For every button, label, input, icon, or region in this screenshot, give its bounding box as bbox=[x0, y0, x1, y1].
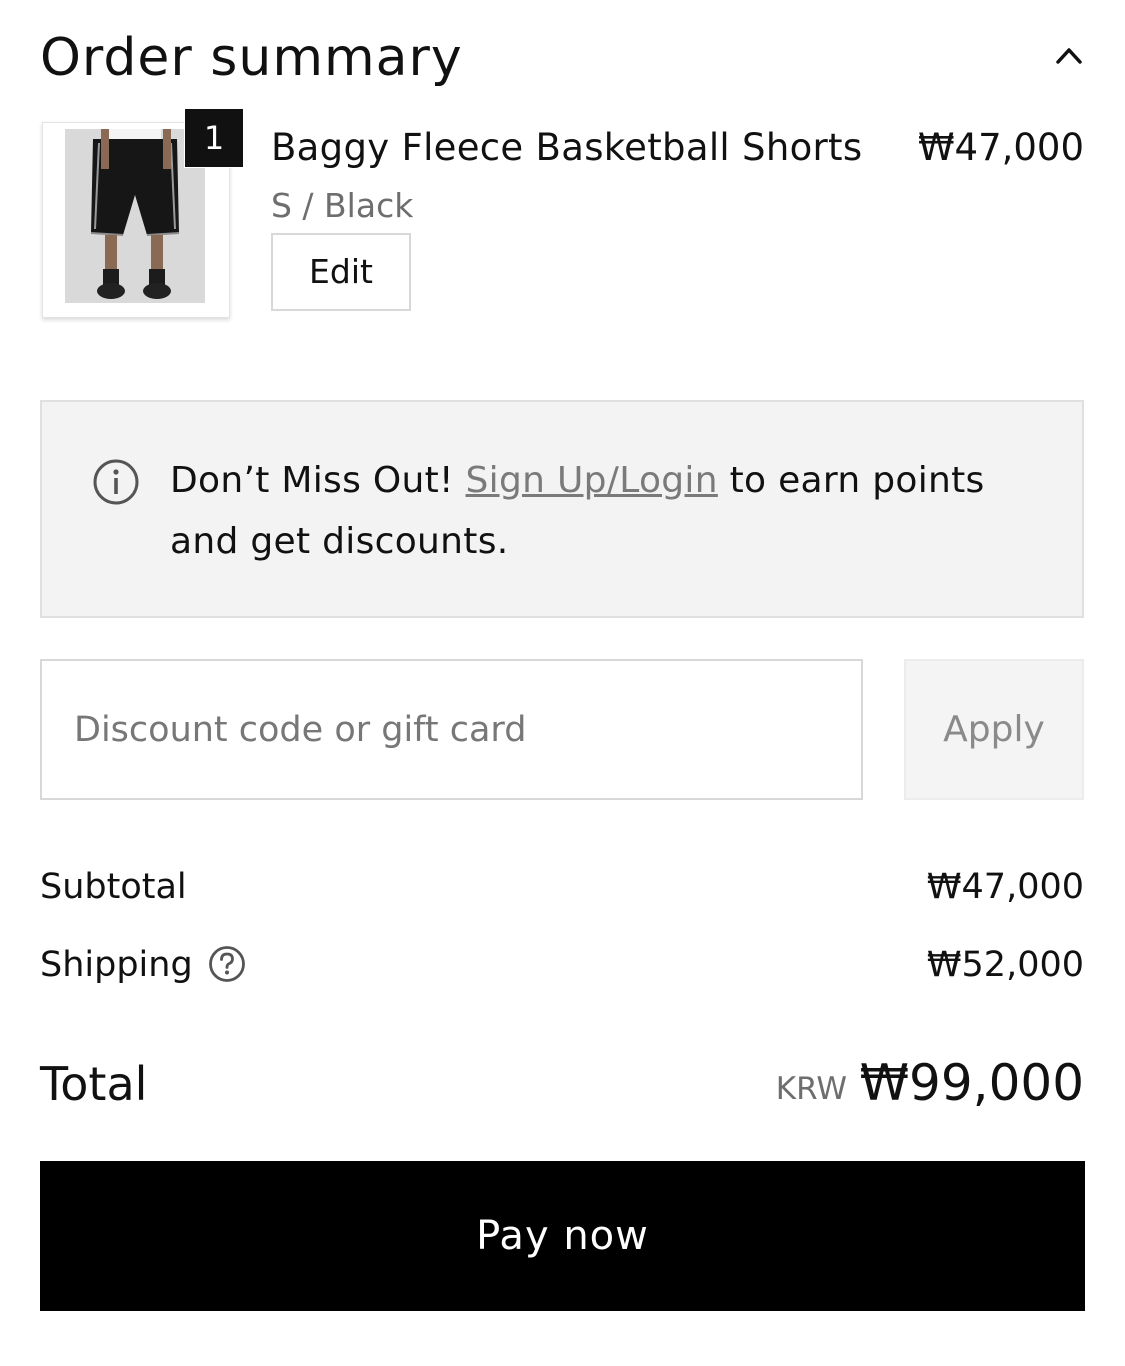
total-value: ₩99,000 bbox=[859, 1054, 1084, 1112]
quantity-badge: 1 bbox=[184, 108, 244, 168]
order-summary-title: Order summary bbox=[40, 28, 463, 88]
notice-prefix: Don’t Miss Out! bbox=[170, 460, 466, 501]
subtotal-row: Subtotal ₩47,000 bbox=[40, 857, 1084, 917]
product-name: Baggy Fleece Basketball Shorts bbox=[271, 126, 863, 169]
apply-button[interactable]: Apply bbox=[904, 659, 1084, 800]
subtotal-label: Subtotal bbox=[40, 867, 187, 907]
shipping-value: ₩52,000 bbox=[926, 945, 1084, 985]
shipping-label: Shipping bbox=[40, 945, 193, 985]
discount-code-field[interactable] bbox=[40, 659, 863, 800]
chevron-up-icon[interactable] bbox=[1054, 44, 1084, 66]
discount-code-input[interactable] bbox=[42, 661, 861, 798]
subtotal-value: ₩47,000 bbox=[926, 867, 1084, 907]
signup-login-link[interactable]: Sign Up/Login bbox=[466, 460, 718, 501]
edit-button[interactable]: Edit bbox=[271, 233, 411, 311]
info-icon bbox=[93, 459, 139, 505]
order-summary-header[interactable]: Order summary bbox=[40, 22, 1084, 98]
shipping-row: Shipping ₩52,000 bbox=[40, 935, 1084, 995]
cart-line-item: 1 Baggy Fleece Basketball Shorts S / Bla… bbox=[40, 108, 1084, 328]
question-circle-icon[interactable] bbox=[208, 945, 246, 983]
notice-text: Don’t Miss Out! Sign Up/Login to earn po… bbox=[170, 450, 1032, 572]
product-variant: S / Black bbox=[271, 186, 414, 225]
total-currency: KRW bbox=[775, 1071, 847, 1107]
total-label: Total bbox=[40, 1057, 148, 1111]
pay-now-button[interactable]: Pay now bbox=[40, 1161, 1085, 1311]
loyalty-notice: Don’t Miss Out! Sign Up/Login to earn po… bbox=[40, 400, 1084, 618]
product-price: ₩47,000 bbox=[917, 126, 1084, 169]
